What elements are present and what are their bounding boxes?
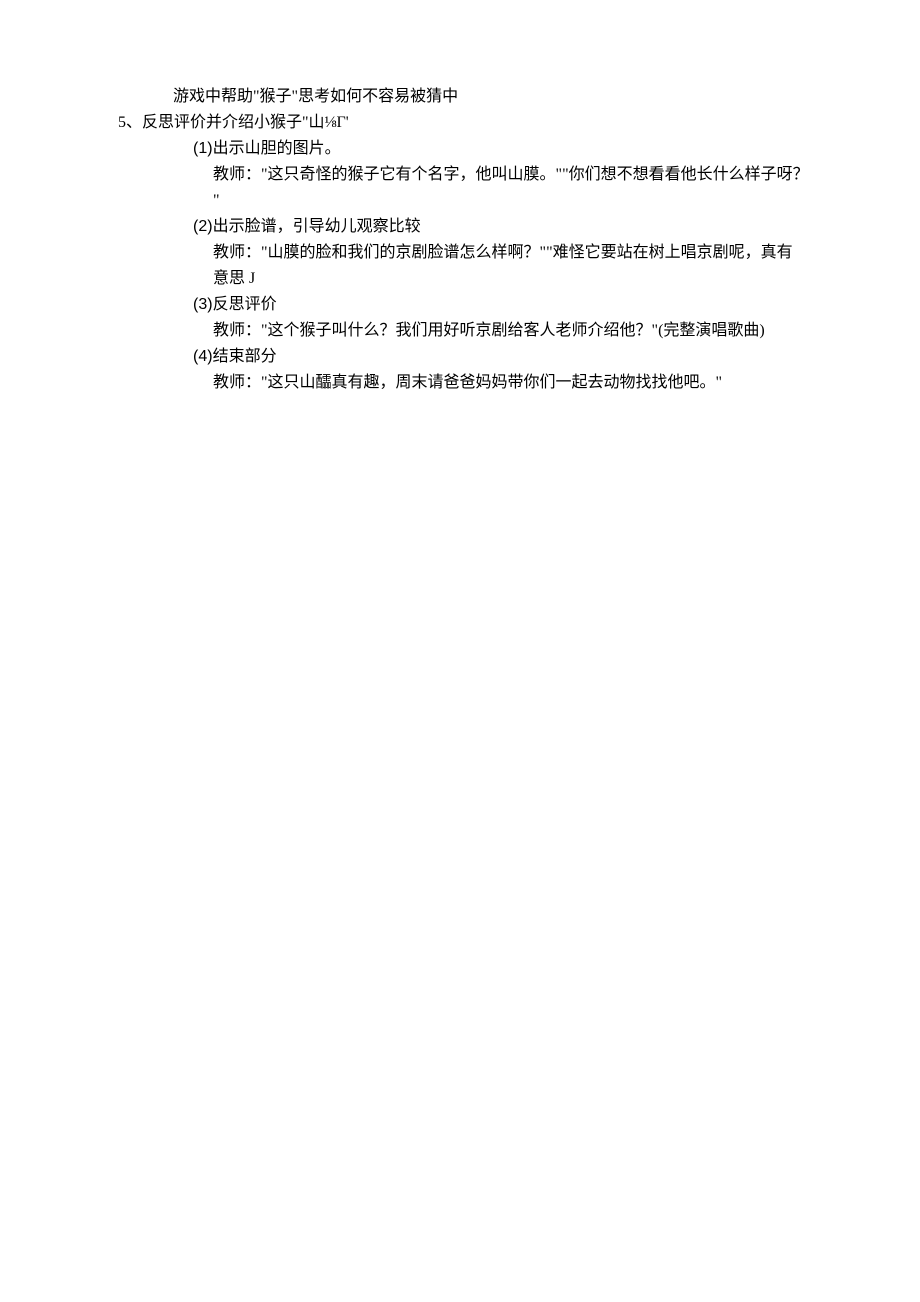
item-1-text: 出示山胆的图片。 [213,140,341,157]
item-2-prefix: (2) [193,218,213,235]
item-4-teacher-line: 教师："这只山醽真有趣，周末请爸爸妈妈带你们一起去动物找找他吧。" [118,371,840,395]
item-3-text: 反思评价 [213,296,277,313]
item-2-teacher-line: 教师："山膜的脸和我们的京剧脸谱怎么样啊？""难怪它要站在树上唱京剧呢，真有 [118,241,840,265]
item-2: (2)出示脸谱，引导幼儿观察比较 [118,215,840,239]
item-1-teacher-line: 教师："这只奇怪的猴子它有个名字，他叫山膜。""你们想不想看看他长什么样子呀？ [118,163,840,187]
item-4-text: 结束部分 [213,348,277,365]
item-2-text: 出示脸谱，引导幼儿观察比较 [213,218,421,235]
item-1-quote-end: " [118,189,840,213]
game-hint-text: 游戏中帮助"猴子"思考如何不容易被猜中 [118,85,840,109]
item-3-teacher-line: 教师："这个猴子叫什么？我们用好听京剧给客人老师介绍他？"(完整演唱歌曲) [118,319,840,343]
item-4-prefix: (4) [193,348,213,365]
item-2-cont: 意思 J [118,267,840,291]
item-4: (4)结束部分 [118,345,840,369]
item-3: (3)反思评价 [118,293,840,317]
item-1-prefix: (1) [193,140,213,157]
item-3-prefix: (3) [193,296,213,313]
section-5-heading: 5、反思评价并介绍小猴子"山⅛Γ' [118,111,840,135]
item-1: (1)出示山胆的图片。 [118,137,840,161]
